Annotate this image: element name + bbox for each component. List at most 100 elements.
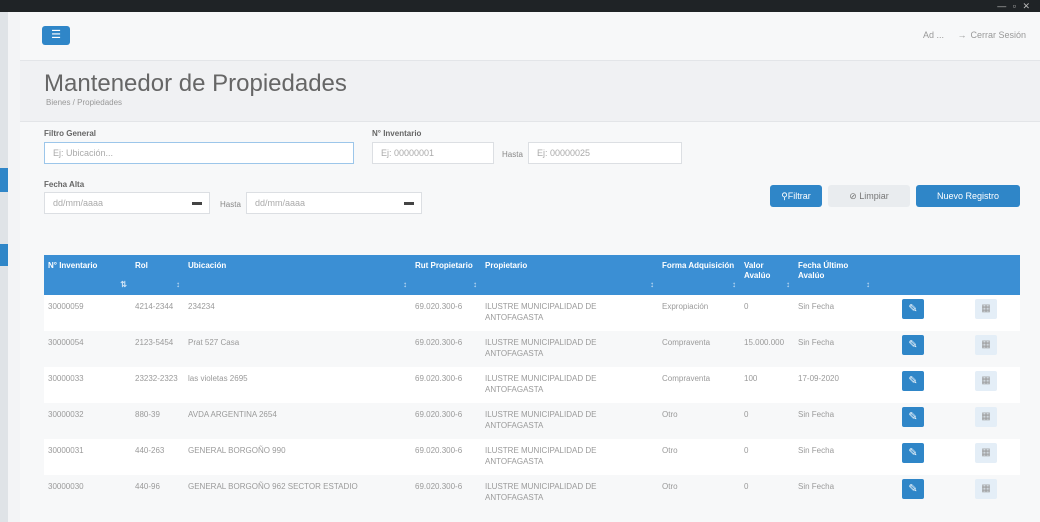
user-menu[interactable]: Ad ... (923, 30, 944, 40)
column-header[interactable]: Rut Propietario ↕ (411, 255, 481, 295)
cell-ubicacion: las violetas 2695 (188, 374, 248, 383)
cell-inventario: 30000030 (48, 482, 84, 491)
sort-icon[interactable]: ↕ (176, 280, 180, 290)
column-header[interactable]: Rol ↕ (131, 255, 184, 295)
inventario-hasta-input[interactable]: Ej: 00000025 (528, 142, 682, 164)
sort-icon[interactable]: ↕ (786, 280, 790, 290)
cell-valor: 0 (744, 482, 749, 491)
properties-table: N° Inventario ⇅ Rol ↕ Ubicación ↕ Rut Propi… (44, 255, 1020, 511)
edit-button[interactable]: ✎ (902, 407, 924, 427)
main-page: ☰ Ad ... → Cerrar Sesión Mantenedor de Pr… (20, 12, 1040, 522)
trash-icon: ▦ (981, 447, 991, 458)
cell-propietario: ILUSTRE MUNICIPALIDAD DE ANTOFAGASTA (485, 302, 597, 323)
cell-fecha: Sin Fecha (798, 446, 835, 455)
cell-propietario: ILUSTRE MUNICIPALIDAD DE ANTOFAGASTA (485, 482, 597, 503)
nuevo-registro-button[interactable]: Nuevo Registro (916, 185, 1020, 207)
cell-fecha: Sin Fecha (798, 302, 835, 311)
delete-button[interactable]: ▦ (975, 407, 997, 427)
window-controls: — ▫ ✕ (997, 1, 1032, 11)
delete-button[interactable]: ▦ (975, 299, 997, 319)
delete-button[interactable]: ▦ (975, 371, 997, 391)
sort-icon[interactable]: ↕ (650, 280, 654, 290)
column-header[interactable]: N° Inventario ⇅ (44, 255, 131, 295)
cell-ubicacion: GENERAL BORGOÑO 962 SECTOR ESTADIO (188, 482, 358, 491)
trash-icon: ▦ (981, 339, 991, 350)
column-header[interactable]: Ubicación ↕ (184, 255, 411, 295)
cell-forma: Expropiación (662, 302, 709, 311)
trash-icon: ▦ (981, 375, 991, 386)
cell-ubicacion: GENERAL BORGOÑO 990 (188, 446, 286, 455)
edit-button[interactable]: ✎ (902, 479, 924, 499)
table-row: 30000030 440-96 GENERAL BORGOÑO 962 SECT… (44, 475, 1020, 511)
cell-valor: 100 (744, 374, 758, 383)
filtrar-button[interactable]: ⚲Filtrar (770, 185, 822, 207)
cell-ubicacion: AVDA ARGENTINA 2654 (188, 410, 277, 419)
column-header[interactable]: Fecha Último Avalúo ↕ (794, 255, 874, 295)
cell-rol: 440-263 (135, 446, 165, 455)
fecha-desde-input[interactable]: dd/mm/aaaa ▬ (44, 192, 210, 214)
cell-forma: Otro (662, 446, 678, 455)
cell-rol: 4214-2344 (135, 302, 174, 311)
edit-button[interactable]: ✎ (902, 443, 924, 463)
pencil-icon: ✎ (908, 375, 918, 387)
breadcrumb: Bienes / Propiedades (46, 98, 123, 107)
trash-icon: ▦ (981, 483, 991, 494)
column-header[interactable]: Forma Adquisición ↕ (658, 255, 740, 295)
column-header[interactable]: Valor Avalúo ↕ (740, 255, 794, 295)
cell-inventario: 30000059 (48, 302, 84, 311)
cell-inventario: 30000054 (48, 338, 84, 347)
page-title: Mantenedor de Propiedades (44, 70, 347, 97)
edit-button[interactable]: ✎ (902, 335, 924, 355)
delete-button[interactable]: ▦ (975, 479, 997, 499)
menu-toggle-button[interactable]: ☰ (42, 26, 70, 45)
inventario-desde-input[interactable]: Ej: 00000001 (372, 142, 494, 164)
cell-inventario: 30000033 (48, 374, 84, 383)
table-row: 30000059 4214-2344 234234 69.020.300-6 I… (44, 295, 1020, 331)
cell-forma: Otro (662, 410, 678, 419)
sort-icon[interactable]: ↕ (473, 280, 477, 290)
sort-icon[interactable]: ↕ (403, 280, 407, 290)
delete-button[interactable]: ▦ (975, 335, 997, 355)
column-header[interactable]: Propietario ↕ (481, 255, 658, 295)
calendar-icon[interactable]: ▬ (404, 197, 414, 208)
fecha-alta-label: Fecha Alta (44, 180, 85, 189)
sort-icon[interactable]: ↕ (732, 280, 736, 290)
cell-rol: 440-96 (135, 482, 160, 491)
cell-rut: 69.020.300-6 (415, 338, 463, 347)
left-sidebar-strip (0, 12, 8, 522)
fecha-hasta-input[interactable]: dd/mm/aaaa ▬ (246, 192, 422, 214)
edit-button[interactable]: ✎ (902, 371, 924, 391)
table-row: 30000032 880-39 AVDA ARGENTINA 2654 69.0… (44, 403, 1020, 439)
filtro-general-input[interactable]: Ej: Ubicación... (44, 142, 354, 164)
cell-propietario: ILUSTRE MUNICIPALIDAD DE ANTOFAGASTA (485, 410, 597, 431)
cell-rol: 23232-2323 (135, 374, 178, 383)
sort-icon[interactable]: ⇅ (120, 280, 127, 290)
edit-button[interactable]: ✎ (902, 299, 924, 319)
table-row: 30000031 440-263 GENERAL BORGOÑO 990 69.… (44, 439, 1020, 475)
cell-fecha: Sin Fecha (798, 410, 835, 419)
table-row: 30000054 2123-5454 Prat 527 Casa 69.020.… (44, 331, 1020, 367)
table-header-row: N° Inventario ⇅ Rol ↕ Ubicación ↕ Rut Propi… (44, 255, 1020, 295)
cell-rol: 880-39 (135, 410, 160, 419)
sidebar-marker (0, 168, 8, 192)
sort-icon[interactable]: ↕ (866, 280, 870, 290)
pencil-icon: ✎ (908, 447, 918, 459)
cell-rol: 2123-5454 (135, 338, 174, 347)
trash-icon: ▦ (981, 303, 991, 314)
cell-propietario: ILUSTRE MUNICIPALIDAD DE ANTOFAGASTA (485, 374, 597, 395)
window-top-bar: — ▫ ✕ (0, 0, 1040, 12)
hamburger-icon: ☰ (51, 29, 61, 41)
logout-link[interactable]: → Cerrar Sesión (957, 30, 1026, 40)
delete-button[interactable]: ▦ (975, 443, 997, 463)
logout-icon: → (957, 30, 967, 40)
cell-propietario: ILUSTRE MUNICIPALIDAD DE ANTOFAGASTA (485, 446, 597, 467)
inventario-label: N° Inventario (372, 129, 422, 138)
calendar-icon[interactable]: ▬ (192, 197, 202, 208)
trash-icon: ▦ (981, 411, 991, 422)
cell-ubicacion: Prat 527 Casa (188, 338, 240, 347)
user-name: Ad ... (922, 30, 944, 40)
pencil-icon: ✎ (908, 483, 918, 495)
limpiar-button[interactable]: ⊘ Limpiar (828, 185, 910, 207)
cell-fecha: 17-09-2020 (798, 374, 839, 383)
cell-valor: 0 (744, 410, 749, 419)
